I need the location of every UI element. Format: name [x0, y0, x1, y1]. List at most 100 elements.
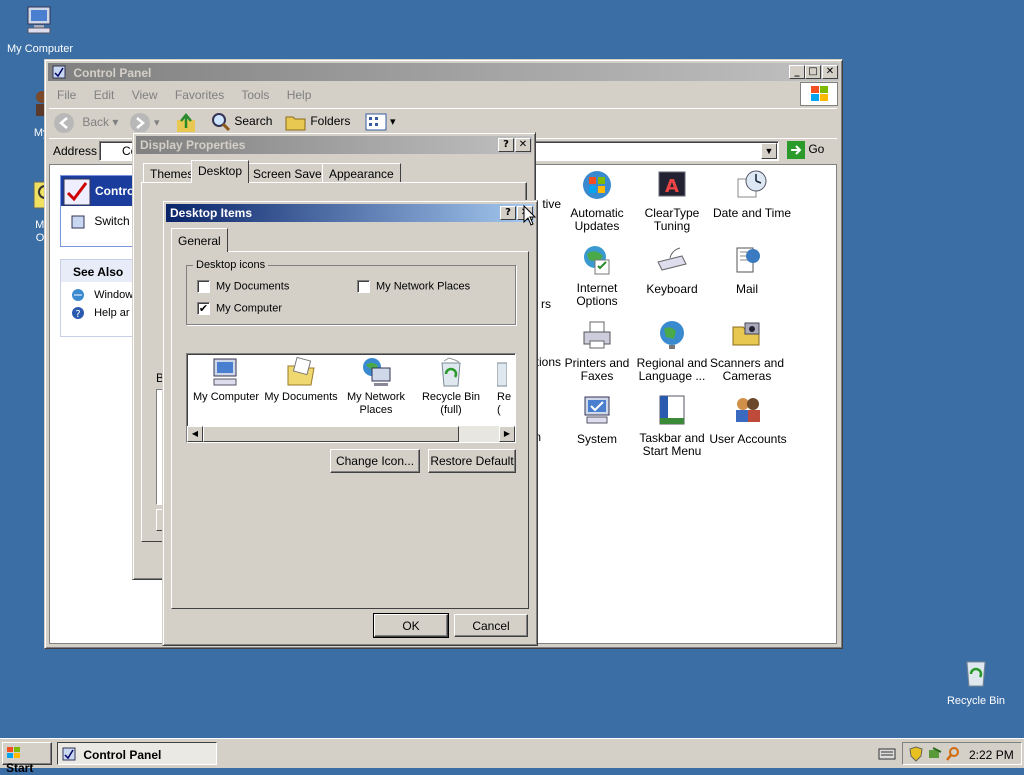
cp-item-keyboard[interactable]: Keyboard: [632, 244, 712, 296]
recycle-bin-icon: [966, 661, 986, 687]
scanner-camera-icon: [732, 322, 760, 346]
cp-item-scanners-cameras[interactable]: Scanners and Cameras: [707, 319, 787, 383]
restore-default-button[interactable]: Restore Default: [428, 449, 516, 473]
cp-item-date-time[interactable]: Date and Time: [707, 169, 797, 220]
tab-desktop[interactable]: Desktop: [191, 160, 250, 183]
mail-icon: [736, 247, 760, 273]
icon-item-recycle-bin-full[interactable]: Recycle Bin (full): [413, 356, 489, 417]
scroll-right-button[interactable]: ▶: [499, 426, 515, 442]
desktop-items-titlebar[interactable]: Desktop Items ? ✕: [166, 204, 534, 222]
control-panel-titlebar[interactable]: Control Panel _ □ ✕: [48, 63, 839, 81]
button-label: Restore Default: [430, 454, 514, 468]
checkbox-box: ✔: [197, 302, 210, 315]
help-button[interactable]: ?: [500, 206, 516, 220]
menu-bar: File Edit View Favorites Tools Help: [57, 88, 325, 102]
forward-arrow-icon: [130, 113, 150, 133]
start-button[interactable]: Start: [2, 742, 52, 775]
folders-label: Folders: [310, 114, 351, 129]
see-also-label: Help ar: [94, 306, 130, 319]
maximize-button[interactable]: □: [805, 65, 821, 79]
change-icon-button[interactable]: Change Icon...: [330, 449, 420, 473]
forward-button[interactable]: ▾: [129, 112, 169, 134]
menu-file[interactable]: File: [57, 88, 76, 102]
tab-screen-saver[interactable]: Screen Saver: [246, 163, 333, 183]
mouse-cursor-icon: [523, 205, 537, 226]
menu-edit[interactable]: Edit: [94, 88, 115, 102]
display-properties-titlebar[interactable]: Display Properties ? ✕: [136, 136, 532, 154]
cp-item-label: Automatic Updates: [570, 206, 624, 233]
icon-item-my-network-places[interactable]: My Network Places: [339, 356, 413, 417]
cancel-button[interactable]: Cancel: [454, 614, 528, 637]
svg-text:?: ?: [75, 309, 80, 320]
tab-label: Desktop: [198, 164, 243, 178]
clock-icon: [737, 170, 767, 198]
cp-item-user-accounts[interactable]: User Accounts: [707, 394, 789, 446]
cp-item-label: Date and Time: [712, 206, 792, 220]
cleartype-icon: A: [658, 171, 686, 197]
windows-flag-icon: [7, 747, 20, 758]
scroll-left-button[interactable]: ◀: [187, 426, 203, 442]
menu-tools[interactable]: Tools: [241, 88, 269, 102]
icon-item-my-computer[interactable]: My Computer: [189, 356, 263, 404]
icon-list-scrollbar[interactable]: ◀ ▶: [187, 426, 515, 442]
windows-flag-icon: [811, 86, 828, 101]
back-label: Back: [82, 115, 110, 130]
search-button[interactable]: Search: [211, 112, 279, 134]
cp-item-label: System: [576, 432, 617, 446]
security-shield-icon[interactable]: [908, 746, 924, 762]
cp-item-mail[interactable]: Mail: [707, 244, 787, 296]
icon-label: My Network Places: [346, 391, 406, 416]
icon-item-recycle-bin-empty[interactable]: Re (: [489, 356, 515, 417]
start-label: Start: [6, 761, 34, 775]
computer-icon: [27, 6, 51, 34]
help-button[interactable]: ?: [498, 138, 514, 152]
up-folder-button[interactable]: [175, 112, 201, 134]
network-tray-icon[interactable]: [927, 746, 943, 762]
folders-button[interactable]: Folders: [285, 112, 357, 134]
views-icon: [365, 113, 387, 131]
menu-favorites[interactable]: Favorites: [175, 88, 224, 102]
desktop-icon-my-computer[interactable]: My Computer: [0, 4, 80, 55]
checkbox-my-network-places[interactable]: My Network Places: [357, 280, 470, 293]
ok-button[interactable]: OK: [373, 613, 449, 638]
cp-item-taskbar-start-menu[interactable]: Taskbar and Start Menu: [632, 394, 712, 458]
cp-item-label: Regional and Language ...: [636, 356, 708, 383]
switch-label: Switch: [94, 214, 130, 228]
cp-item-cleartype[interactable]: A ClearType Tuning: [632, 169, 712, 233]
help-icon: ?: [72, 307, 84, 320]
icon-label: Recycle Bin (full): [421, 391, 481, 416]
scroll-thumb[interactable]: [203, 426, 459, 442]
minimize-button[interactable]: _: [789, 65, 805, 79]
menu-view[interactable]: View: [132, 88, 158, 102]
icon-label: Re (: [497, 391, 512, 416]
back-button[interactable]: Back ▾: [53, 112, 119, 134]
desktop-icon-recycle-bin[interactable]: Recycle Bin: [936, 656, 1016, 707]
checkbox-my-computer[interactable]: ✔ My Computer: [197, 302, 282, 315]
search-tray-icon[interactable]: [945, 746, 961, 762]
cp-item-printers-faxes[interactable]: Printers and Faxes: [557, 319, 637, 383]
tab-general[interactable]: General: [171, 228, 228, 252]
cp-item-automatic-updates[interactable]: Automatic Updates: [557, 169, 637, 233]
icon-item-my-documents[interactable]: My Documents: [263, 356, 339, 404]
keyboard-icon: [657, 247, 687, 271]
icon-list[interactable]: My Computer My Documents My Network Plac…: [186, 353, 516, 443]
search-label: Search: [234, 114, 273, 129]
close-button[interactable]: ✕: [822, 65, 838, 79]
tab-appearance[interactable]: Appearance: [322, 163, 401, 183]
go-button[interactable]: Go: [787, 141, 833, 161]
cp-item-internet-options[interactable]: Internet Options: [557, 244, 637, 308]
task-control-panel[interactable]: Control Panel: [57, 742, 217, 765]
cp-item-system[interactable]: System: [557, 394, 637, 446]
taskbar: Start Control Panel 2:22 PM: [0, 738, 1024, 775]
close-button[interactable]: ✕: [515, 138, 531, 152]
keyboard-tray-icon[interactable]: [878, 747, 896, 761]
checkbox-my-documents[interactable]: My Documents: [197, 280, 289, 293]
control-panel-icon: [52, 65, 66, 79]
views-button[interactable]: ▾: [365, 112, 401, 134]
cp-item-regional-language[interactable]: Regional and Language ...: [632, 319, 712, 383]
clock[interactable]: 2:22 PM: [969, 748, 1014, 762]
desktop-icon-label: Recycle Bin: [946, 695, 1006, 707]
windows-update-icon: [72, 289, 84, 301]
address-dropdown-button[interactable]: ▼: [761, 143, 777, 159]
menu-help[interactable]: Help: [287, 88, 312, 102]
